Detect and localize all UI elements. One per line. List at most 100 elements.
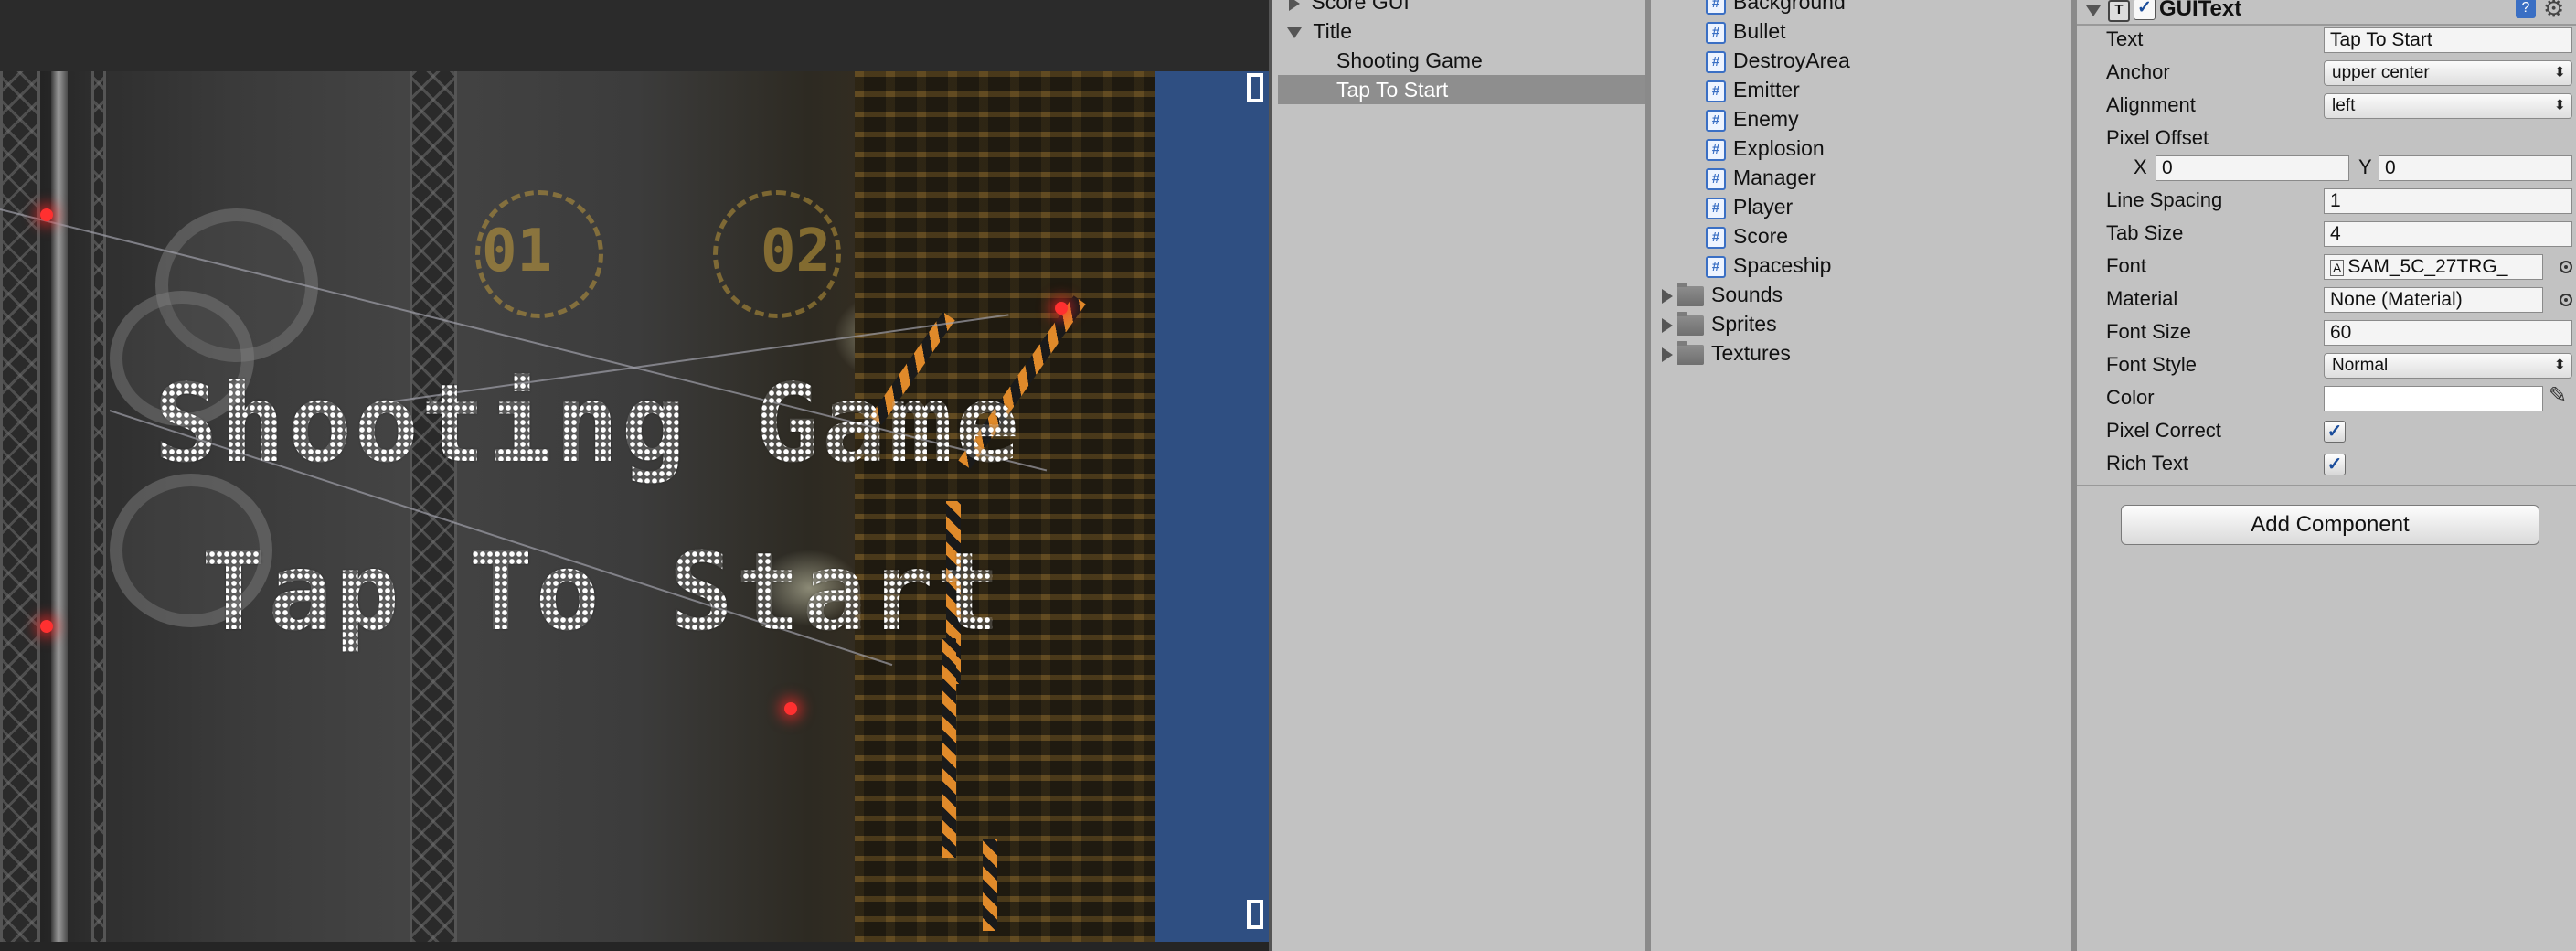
pixel-offset-label: Pixel Offset [2106, 126, 2209, 149]
csharp-script-icon: # [1706, 138, 1726, 161]
expand-arrow-icon[interactable] [1662, 288, 1673, 304]
collapse-arrow-icon[interactable] [1287, 27, 1302, 38]
line-spacing-label: Line Spacing [2106, 188, 2223, 211]
project-panel: # Background # Bullet # DestroyArea # Emitte… [1651, 0, 2071, 951]
font-asset-icon: A [2330, 260, 2345, 276]
project-script-item[interactable]: # Score [1651, 221, 2071, 251]
script-label: Score [1733, 224, 1789, 248]
csharp-script-icon: # [1706, 21, 1726, 44]
csharp-script-icon: # [1706, 80, 1726, 102]
pixel-offset-x-field[interactable]: 0 [2156, 155, 2349, 181]
game-title-text: Shooting Game [154, 360, 1022, 486]
script-label: Spaceship [1733, 253, 1832, 277]
script-label: Bullet [1733, 19, 1786, 43]
hierarchy-item[interactable]: Shooting Game [1272, 46, 1645, 75]
project-script-item[interactable]: # Manager [1651, 163, 2071, 192]
csharp-script-icon: # [1706, 109, 1726, 132]
hierarchy-item-label: Tap To Start [1336, 78, 1449, 102]
expand-arrow-icon[interactable] [1662, 347, 1673, 362]
folder-icon [1677, 340, 1704, 365]
line-spacing-field[interactable]: 1 [2324, 188, 2572, 214]
add-component-button[interactable]: Add Component [2121, 505, 2539, 545]
project-folder-item[interactable]: Sprites [1651, 309, 2071, 338]
project-script-item[interactable]: # Explosion [1651, 134, 2071, 163]
script-label: Background [1733, 0, 1846, 14]
material-label: Material [2106, 287, 2178, 310]
component-divider [2077, 485, 2576, 486]
gui-handle-icon[interactable] [1247, 900, 1263, 929]
object-picker-icon[interactable] [2560, 294, 2572, 306]
pixel-correct-checkbox[interactable]: ✓ [2324, 421, 2346, 443]
scene-toolbar [0, 0, 1269, 71]
game-view[interactable]: 01 02 Shooting Game Tap To Start [0, 71, 1155, 942]
font-field[interactable]: A SAM_5C_27TRG_ [2324, 254, 2543, 280]
project-script-item[interactable]: # Player [1651, 192, 2071, 221]
script-label: Manager [1733, 166, 1816, 189]
script-label: Emitter [1733, 78, 1800, 102]
project-folder-item[interactable]: Sounds [1651, 280, 2071, 309]
script-label: Player [1733, 195, 1794, 219]
alignment-dropdown[interactable]: left ⬍ [2324, 93, 2572, 119]
csharp-script-icon: # [1706, 255, 1726, 278]
red-warning-light [784, 702, 797, 715]
rich-text-checkbox[interactable]: ✓ [2324, 454, 2346, 476]
tab-size-label: Tab Size [2106, 221, 2184, 244]
text-field[interactable]: Tap To Start [2324, 27, 2572, 53]
red-warning-light [1055, 302, 1068, 315]
object-picker-icon[interactable] [2560, 261, 2572, 273]
project-folder-item[interactable]: Textures [1651, 338, 2071, 368]
csharp-script-icon: # [1706, 167, 1726, 190]
help-icon[interactable]: ? [2516, 0, 2536, 18]
dropdown-arrow-icon: ⬍ [2553, 65, 2566, 80]
eyedropper-icon[interactable]: ✎ [2549, 382, 2567, 409]
font-size-field[interactable]: 60 [2324, 320, 2572, 346]
folder-label: Textures [1711, 341, 1791, 365]
project-script-item[interactable]: # Background [1651, 0, 2071, 16]
font-style-dropdown[interactable]: Normal ⬍ [2324, 353, 2572, 379]
project-script-item[interactable]: # Emitter [1651, 75, 2071, 104]
hierarchy-item-label: Title [1313, 19, 1352, 43]
hierarchy-item[interactable]: Title [1272, 16, 1645, 46]
script-label: Explosion [1733, 136, 1825, 160]
gui-handle-icon[interactable] [1247, 73, 1263, 102]
material-field[interactable]: None (Material) [2324, 287, 2543, 313]
csharp-script-icon: # [1706, 226, 1726, 249]
floor-number-label: 02 [761, 218, 832, 285]
expand-arrow-icon[interactable] [1289, 0, 1300, 11]
color-label: Color [2106, 386, 2155, 409]
red-warning-light [40, 208, 53, 221]
font-style-label: Font Style [2106, 353, 2198, 376]
dropdown-arrow-icon: ⬍ [2553, 358, 2566, 373]
font-value: SAM_5C_27TRG_ [2347, 256, 2508, 277]
hierarchy-item-selected[interactable]: Tap To Start [1278, 75, 1645, 104]
hazard-stripe [942, 638, 956, 858]
folder-label: Sprites [1711, 312, 1777, 336]
expand-arrow-icon[interactable] [1662, 317, 1673, 333]
gear-icon[interactable]: ⚙ [2543, 0, 2564, 23]
floor-number-label: 01 [482, 218, 553, 285]
pixel-offset-y-field[interactable]: 0 [2379, 155, 2572, 181]
component-enabled-checkbox[interactable]: ✓ [2134, 0, 2156, 20]
pixel-correct-label: Pixel Correct [2106, 419, 2221, 442]
project-script-item[interactable]: # Bullet [1651, 16, 2071, 46]
scaffold-tower [0, 71, 40, 942]
tap-to-start-text[interactable]: Tap To Start [201, 529, 1003, 655]
text-label: Text [2106, 27, 2144, 50]
scaffold-beam [91, 71, 106, 942]
project-script-item[interactable]: # Spaceship [1651, 251, 2071, 280]
color-swatch[interactable] [2324, 386, 2543, 411]
camera-background-area [1155, 71, 1269, 942]
hierarchy-item[interactable]: Score GUI [1272, 0, 1645, 16]
project-script-item[interactable]: # DestroyArea [1651, 46, 2071, 75]
folder-icon [1677, 311, 1704, 336]
anchor-dropdown[interactable]: upper center ⬍ [2324, 60, 2572, 86]
scaffold-tower [410, 71, 457, 942]
font-size-label: Font Size [2106, 320, 2191, 343]
tab-size-field[interactable]: 4 [2324, 221, 2572, 247]
red-warning-light [40, 620, 53, 633]
dropdown-arrow-icon: ⬍ [2553, 98, 2566, 113]
project-script-item[interactable]: # Enemy [1651, 104, 2071, 134]
collapse-arrow-icon[interactable] [2086, 5, 2101, 16]
folder-label: Sounds [1711, 283, 1783, 306]
component-title: GUIText [2159, 0, 2242, 21]
